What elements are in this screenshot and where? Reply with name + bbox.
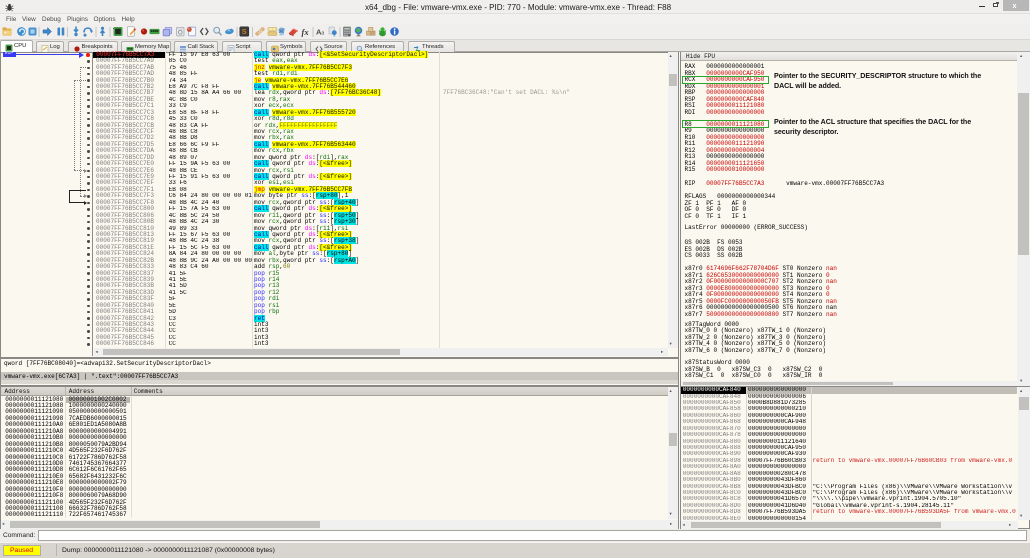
svg-text:a: a bbox=[321, 31, 324, 37]
svg-text:S: S bbox=[242, 27, 247, 36]
svg-text:fx: fx bbox=[302, 27, 310, 37]
